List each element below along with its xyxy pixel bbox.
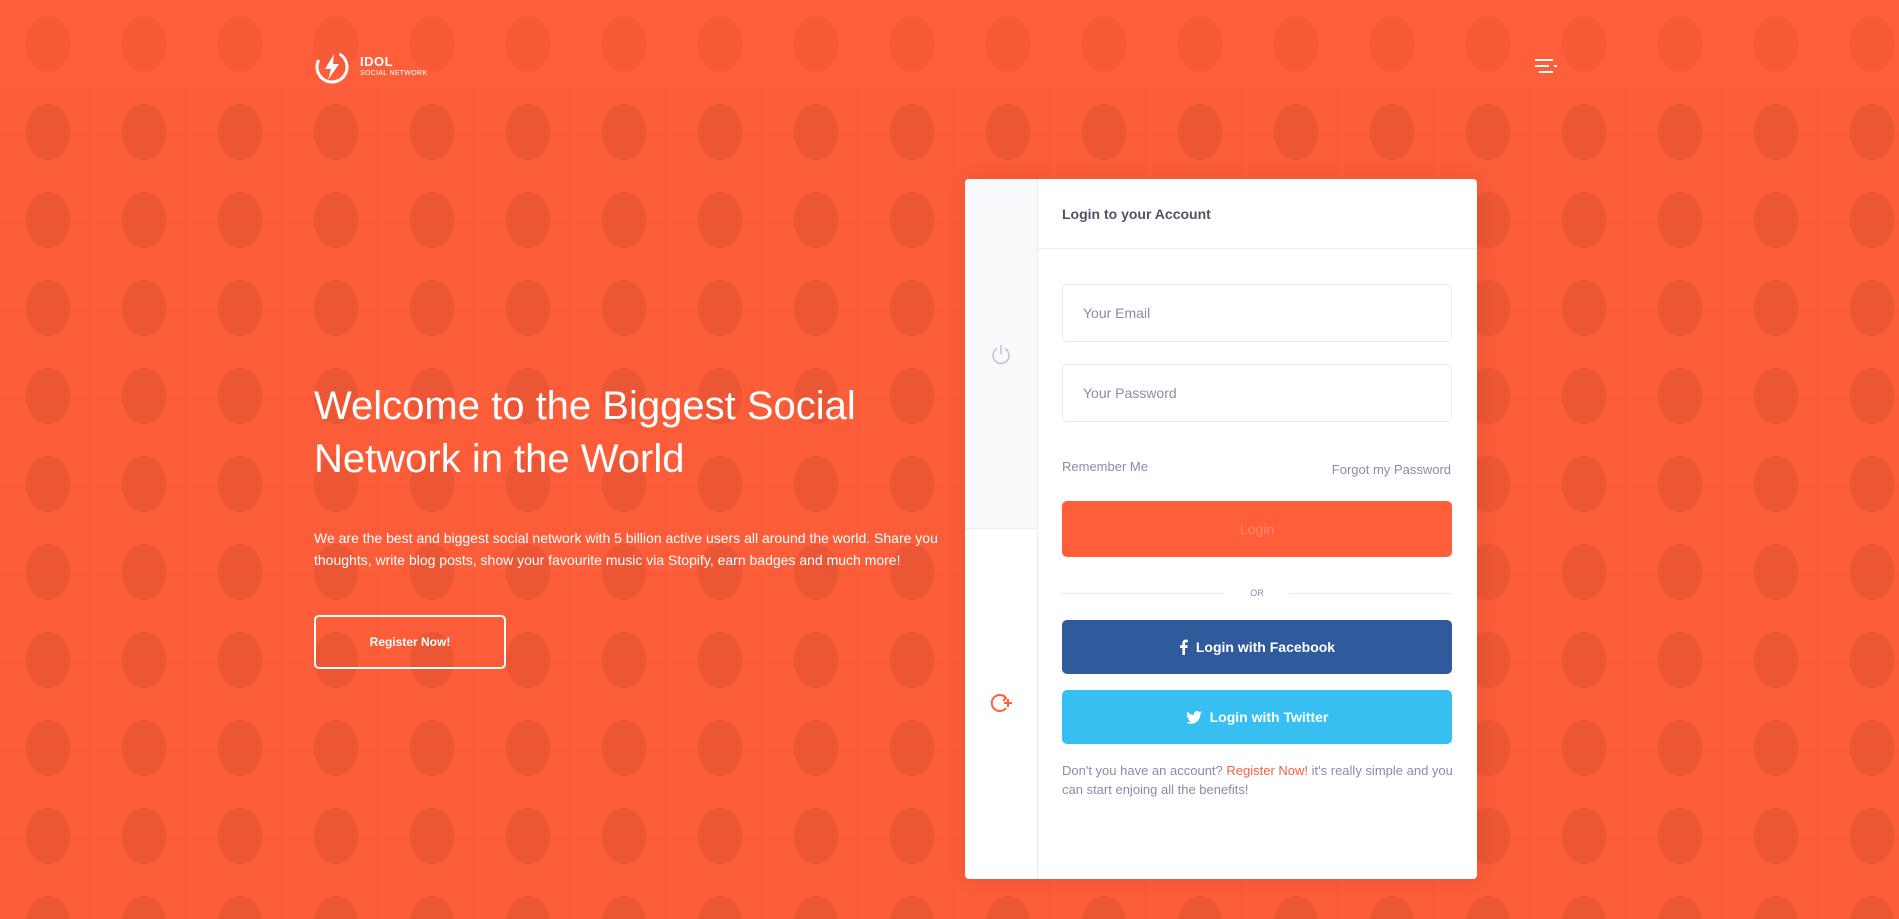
power-icon xyxy=(992,344,1010,364)
login-panel: Login to your Account Remember Me Forgot… xyxy=(965,179,1477,879)
register-icon xyxy=(990,693,1012,712)
facebook-icon xyxy=(1179,639,1188,655)
background-photo-grid xyxy=(0,0,1899,919)
password-field[interactable] xyxy=(1062,364,1452,422)
twitter-icon xyxy=(1185,710,1202,724)
signup-register-link[interactable]: Register Now! xyxy=(1226,763,1308,778)
divider-line-left xyxy=(1062,592,1225,594)
login-facebook-button[interactable]: Login with Facebook xyxy=(1062,620,1452,674)
twitter-button-label: Login with Twitter xyxy=(1209,709,1329,725)
top-bar: IDOL SOCIAL NETWORK xyxy=(0,0,1899,88)
divider-line-right xyxy=(1289,592,1452,594)
facebook-button-label: Login with Facebook xyxy=(1195,639,1336,655)
brand-logo[interactable]: IDOL SOCIAL NETWORK xyxy=(314,49,427,85)
register-now-button[interactable]: Register Now! xyxy=(314,615,506,669)
brand-text: IDOL SOCIAL NETWORK xyxy=(360,55,427,79)
brand-subtitle: SOCIAL NETWORK xyxy=(360,70,428,77)
hero-title: Welcome to the Biggest Social Network in… xyxy=(314,384,856,481)
or-divider: OR xyxy=(1062,587,1452,599)
email-field[interactable] xyxy=(1062,284,1452,342)
panel-side-tabs xyxy=(965,179,1038,879)
login-form: Login to your Account Remember Me Forgot… xyxy=(1038,179,1477,879)
login-button[interactable]: Login xyxy=(1062,501,1452,557)
tab-login[interactable] xyxy=(965,179,1037,529)
remember-me-checkbox[interactable]: Remember Me xyxy=(1062,459,1148,474)
login-twitter-button[interactable]: Login with Twitter xyxy=(1062,690,1452,744)
menu-icon[interactable] xyxy=(1535,57,1557,75)
forgot-password-link[interactable]: Forgot my Password xyxy=(1332,462,1451,477)
or-label: OR xyxy=(1250,588,1264,598)
signup-note-text: Don't you have an account? xyxy=(1062,763,1223,778)
panel-title: Login to your Account xyxy=(1038,179,1477,249)
hero-description: We are the best and biggest social netwo… xyxy=(314,530,938,568)
brand-title: IDOL xyxy=(360,54,394,69)
tab-register[interactable] xyxy=(965,528,1037,877)
lightning-bolt-icon xyxy=(315,50,349,84)
signup-note: Don't you have an account? Register Now!… xyxy=(1062,761,1462,799)
